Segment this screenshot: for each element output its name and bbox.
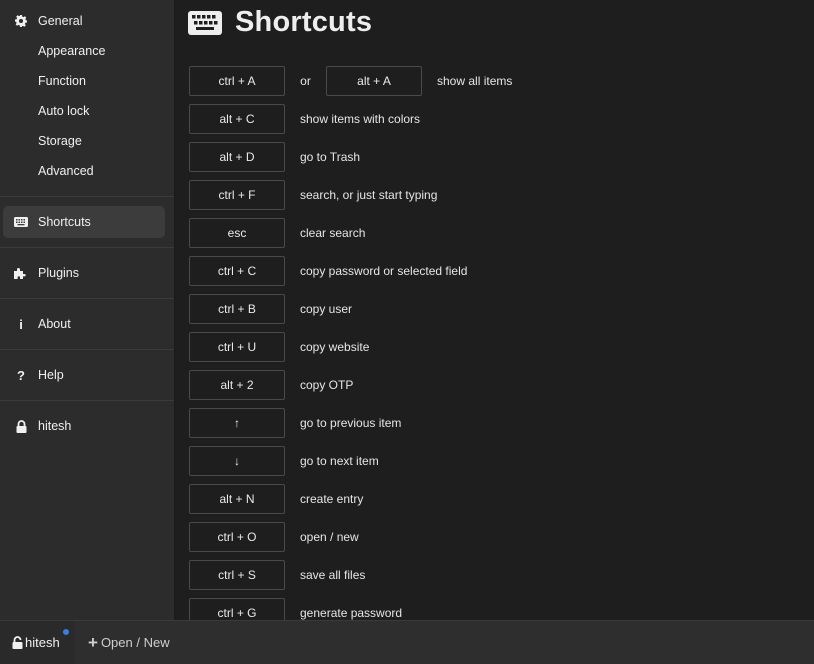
sidebar-item-function[interactable]: Function: [0, 66, 174, 96]
shortcut-key: alt + N: [189, 484, 285, 514]
shortcut-key: ctrl + B: [189, 294, 285, 324]
shortcut-description: search, or just start typing: [300, 188, 438, 202]
shortcut-key: alt + A: [326, 66, 422, 96]
shortcut-row: alt + N create entry: [189, 480, 512, 518]
page-title-text: Shortcuts: [235, 6, 373, 38]
shortcut-row: alt + C show items with colors: [189, 100, 512, 138]
shortcut-list: ctrl + A or alt + A show all items alt +…: [189, 62, 512, 620]
general-group: General Appearance Function Auto lock St…: [0, 0, 174, 196]
main-content: Shortcuts ctrl + A or alt + A show all i…: [175, 0, 814, 620]
sidebar-item-label: General: [38, 14, 83, 28]
footer-file-name: hitesh: [25, 635, 60, 650]
shortcut-row: ctrl + U copy website: [189, 328, 512, 366]
sidebar-item-label: hitesh: [38, 419, 72, 433]
shortcut-description: copy OTP: [300, 378, 354, 392]
shortcut-row: ctrl + F search, or just start typing: [189, 176, 512, 214]
sidebar-item-label: Appearance: [38, 44, 106, 58]
sidebar-item-appearance[interactable]: Appearance: [0, 36, 174, 66]
sidebar-item-storage[interactable]: Storage: [0, 126, 174, 156]
shortcut-row: ctrl + A or alt + A show all items: [189, 62, 512, 100]
sidebar-item-general[interactable]: General: [0, 6, 174, 36]
shortcut-description: save all files: [300, 568, 366, 582]
shortcut-key: ctrl + F: [189, 180, 285, 210]
unlock-icon: [12, 636, 23, 649]
shortcut-key: ctrl + C: [189, 256, 285, 286]
plus-icon: +: [88, 632, 98, 652]
sidebar-item-file-hitesh[interactable]: hitesh: [0, 411, 174, 441]
shortcut-description: go to Trash: [300, 150, 361, 164]
sidebar: General Appearance Function Auto lock St…: [0, 0, 175, 620]
shortcut-description: generate password: [300, 606, 403, 620]
shortcut-row: ctrl + G generate password: [189, 594, 512, 620]
sidebar-item-label: Storage: [38, 134, 82, 148]
sidebar-item-shortcuts[interactable]: Shortcuts: [3, 206, 165, 238]
keyboard-icon: [188, 10, 222, 35]
shortcut-row: alt + 2 copy OTP: [189, 366, 512, 404]
shortcut-row: ctrl + S save all files: [189, 556, 512, 594]
shortcut-description: copy user: [300, 302, 353, 316]
shortcut-key: alt + D: [189, 142, 285, 172]
shortcut-key: ctrl + S: [189, 560, 285, 590]
sidebar-item-auto-lock[interactable]: Auto lock: [0, 96, 174, 126]
shortcut-description: copy password or selected field: [300, 264, 468, 278]
footer-file-tab[interactable]: hitesh: [0, 621, 75, 664]
sidebar-item-plugins[interactable]: Plugins: [0, 258, 174, 288]
shortcut-row: ctrl + O open / new: [189, 518, 512, 556]
shortcut-description: create entry: [300, 492, 364, 506]
sidebar-item-label: Help: [38, 368, 64, 382]
shortcut-key: alt + C: [189, 104, 285, 134]
shortcut-row: ↑ go to previous item: [189, 404, 512, 442]
keyboard-icon: [14, 215, 28, 229]
sidebar-item-label: Auto lock: [38, 104, 90, 118]
info-icon: i: [19, 316, 23, 332]
lock-icon: [14, 419, 28, 433]
sidebar-item-label: Function: [38, 74, 86, 88]
shortcut-description: go to previous item: [300, 416, 402, 430]
question-icon: ?: [17, 367, 25, 383]
shortcut-row: ctrl + B copy user: [189, 290, 512, 328]
shortcut-key: esc: [189, 218, 285, 248]
sidebar-item-label: Plugins: [38, 266, 79, 280]
shortcut-key: ctrl + G: [189, 598, 285, 620]
puzzle-icon: [14, 266, 28, 280]
shortcut-description: copy website: [300, 340, 370, 354]
footer-bar: hitesh + Open / New: [0, 620, 814, 664]
shortcut-description: show all items: [437, 74, 513, 88]
shortcut-description: show items with colors: [300, 112, 421, 126]
shortcut-key: alt + 2: [189, 370, 285, 400]
or-label: or: [300, 74, 311, 88]
sidebar-item-label: Advanced: [38, 164, 94, 178]
shortcut-row: esc clear search: [189, 214, 512, 252]
shortcut-key: ↑: [189, 408, 285, 438]
shortcut-description: clear search: [300, 226, 366, 240]
sidebar-item-about[interactable]: i About: [0, 309, 174, 339]
sidebar-item-help[interactable]: ? Help: [0, 360, 174, 390]
shortcut-description: go to next item: [300, 454, 379, 468]
shortcut-row: ctrl + C copy password or selected field: [189, 252, 512, 290]
sidebar-item-label: About: [38, 317, 71, 331]
shortcut-key: ↓: [189, 446, 285, 476]
shortcut-row: alt + D go to Trash: [189, 138, 512, 176]
gear-icon: [14, 14, 28, 28]
unsaved-indicator: [63, 629, 69, 635]
shortcut-key: ctrl + O: [189, 522, 285, 552]
shortcut-description: open / new: [300, 530, 359, 544]
shortcut-row: ↓ go to next item: [189, 442, 512, 480]
shortcut-key: ctrl + A: [189, 66, 285, 96]
sidebar-item-advanced[interactable]: Advanced: [0, 156, 174, 186]
open-new-button[interactable]: + Open / New: [88, 621, 170, 664]
shortcut-key: ctrl + U: [189, 332, 285, 362]
page-title: Shortcuts: [188, 6, 372, 39]
sidebar-item-label: Shortcuts: [38, 215, 91, 229]
open-new-label: Open / New: [100, 635, 170, 650]
